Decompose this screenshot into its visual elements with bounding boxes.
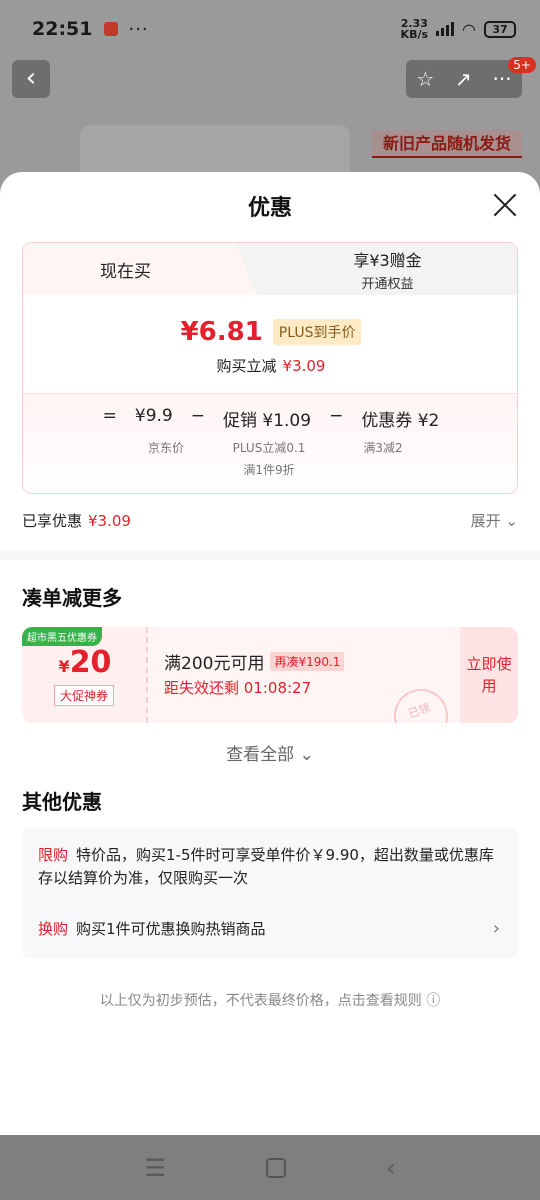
price-breakdown: = ¥9.9 − 促销 ¥1.09 − 优惠券 ¥2 京东价 PLUS立减0.1… <box>23 393 517 493</box>
coupon-amount: ¥20 <box>22 645 148 680</box>
trade-in-text: 购买1件可优惠换购热销商品 <box>76 920 266 938</box>
final-price: ¥6.81 <box>180 317 263 347</box>
app-notification-icon <box>104 22 119 36</box>
coupon-label: 满3减2 <box>363 441 403 455</box>
coupon-currency: ¥ <box>58 657 70 676</box>
discount-sheet: 优惠 现在买 享¥3赠金 开通权益 ¥6.81 PLUS到手价 购买立减 ¥3.0… <box>0 172 540 1135</box>
promo-label-1: PLUS立减0.1 <box>232 441 306 455</box>
coupon-amount-value: 20 <box>69 645 112 680</box>
minus-sign: − <box>329 406 344 426</box>
battery-icon: 37 <box>484 20 516 38</box>
net-speed-unit: KB/s <box>400 28 429 41</box>
close-icon[interactable] <box>490 190 520 220</box>
more-notifications-icon: ··· <box>128 18 149 40</box>
coupon-condition: 满200元可用 <box>164 654 265 674</box>
purchase-limit-item: 限购 特价品，购买1-5件时可享受单件价￥9.90，超出数量或优惠库存以结算价为准… <box>38 844 504 890</box>
coupon-left: 超市黑五优惠券 ¥20 大促神券 <box>22 627 148 723</box>
final-price-row: ¥6.81 PLUS到手价 <box>23 317 517 347</box>
tab-plus-sub: 开通权益 <box>361 276 414 292</box>
use-coupon-button[interactable]: 立即使用 <box>460 627 518 723</box>
sheet-title: 优惠 <box>247 196 292 221</box>
promo-value: 促销 ¥1.09 <box>222 411 312 431</box>
price-tabs: 现在买 享¥3赠金 开通权益 <box>23 243 517 295</box>
price-card: 现在买 享¥3赠金 开通权益 ¥6.81 PLUS到手价 购买立减 ¥3.09 =… <box>22 242 518 494</box>
section-divider <box>0 550 540 560</box>
signal-icon <box>436 22 455 36</box>
other-offers: 限购 特价品，购买1-5件时可享受单件价￥9.90，超出数量或优惠库存以结算价为准… <box>22 828 518 958</box>
home-icon[interactable] <box>265 1157 286 1178</box>
jd-price: ¥9.9 <box>134 406 173 426</box>
share-icon[interactable]: ↗ <box>455 67 472 91</box>
enjoyed-value: ¥3.09 <box>88 512 131 530</box>
enjoyed-discount: 已享优惠 ¥3.09 <box>22 510 131 531</box>
back-icon[interactable]: ‹ <box>386 1154 396 1182</box>
chevron-right-icon[interactable]: › <box>493 918 500 939</box>
status-right: 2.33 KB/s ◠ 37 <box>401 18 516 40</box>
other-section-title: 其他优惠 <box>22 790 102 814</box>
trade-in-item[interactable]: 换购 购买1件可优惠换购热销商品 <box>38 918 504 939</box>
more-icon[interactable]: ··· <box>493 67 512 91</box>
price-summary: ¥6.81 PLUS到手价 购买立减 ¥3.09 <box>23 295 517 393</box>
rules-footnote[interactable]: 以上仅为初步预估，不代表最终价格，点击查看规则 ⓘ <box>0 990 540 1010</box>
nav-actions: ☆ ↗ ··· <box>406 60 522 98</box>
coupon-expire: 距失效还剩 01:08:27 <box>164 679 312 697</box>
plus-price-tag: PLUS到手价 <box>272 319 362 345</box>
reduce-row: 购买立减 ¥3.09 <box>23 355 517 376</box>
coupon-detail: 满200元可用 再凑¥190.1 距失效还剩 01:08:27 已领 <box>148 627 460 723</box>
more-section-title: 凑单减更多 <box>22 586 122 610</box>
status-bar: 22:51 ··· 2.33 KB/s ◠ 37 <box>0 0 540 58</box>
view-all-button[interactable]: 查看全部 ⌄ <box>0 740 540 765</box>
purchase-limit-text: 特价品，购买1-5件时可享受单件价￥9.90，超出数量或优惠库存以结算价为准，仅… <box>38 846 494 887</box>
network-speed: 2.33 KB/s <box>401 18 428 40</box>
reduce-label: 购买立减 <box>216 357 277 375</box>
trade-in-label: 换购 <box>38 920 69 938</box>
coupon-value: 优惠券 ¥2 <box>361 411 440 431</box>
status-time: 22:51 <box>32 18 93 40</box>
claimed-stamp: 已领 <box>386 681 456 723</box>
minus-sign: − <box>190 406 205 426</box>
system-navbar: ☰ ‹ <box>0 1135 540 1200</box>
coupon-tag: 超市黑五优惠券 <box>22 627 102 646</box>
wifi-icon: ◠ <box>462 19 476 39</box>
purchase-limit-label: 限购 <box>38 846 69 864</box>
coupon-extra-needed: 再凑¥190.1 <box>270 652 345 671</box>
promo-label-2: 满1件9折 <box>243 463 295 477</box>
enjoyed-label: 已享优惠 <box>22 512 83 530</box>
back-button[interactable]: ‹ <box>12 60 50 98</box>
menu-icon[interactable]: ☰ <box>144 1154 166 1182</box>
tab-plus-main: 享¥3赠金 <box>353 250 422 270</box>
tab-buy-now[interactable]: 现在买 <box>23 243 228 295</box>
favorite-icon[interactable]: ☆ <box>416 67 434 91</box>
coupon-card: 超市黑五优惠券 ¥20 大促神券 满200元可用 再凑¥190.1 距失效还剩 … <box>22 627 518 723</box>
promo-banner: 新旧产品随机发货 <box>372 130 522 158</box>
jd-price-label: 京东价 <box>147 441 184 455</box>
expand-button[interactable]: 展开 ⌄ <box>471 510 518 531</box>
equals-sign: = <box>102 406 117 426</box>
message-badge: 5+ <box>508 57 536 73</box>
coupon-condition-row: 满200元可用 再凑¥190.1 <box>164 649 345 674</box>
breakdown-values: = ¥9.9 − 促销 ¥1.09 − 优惠券 ¥2 <box>23 406 517 431</box>
coupon-name: 大促神券 <box>54 685 115 706</box>
reduce-value: ¥3.09 <box>282 357 326 375</box>
tab-plus-benefit[interactable]: 享¥3赠金 开通权益 <box>228 243 517 295</box>
